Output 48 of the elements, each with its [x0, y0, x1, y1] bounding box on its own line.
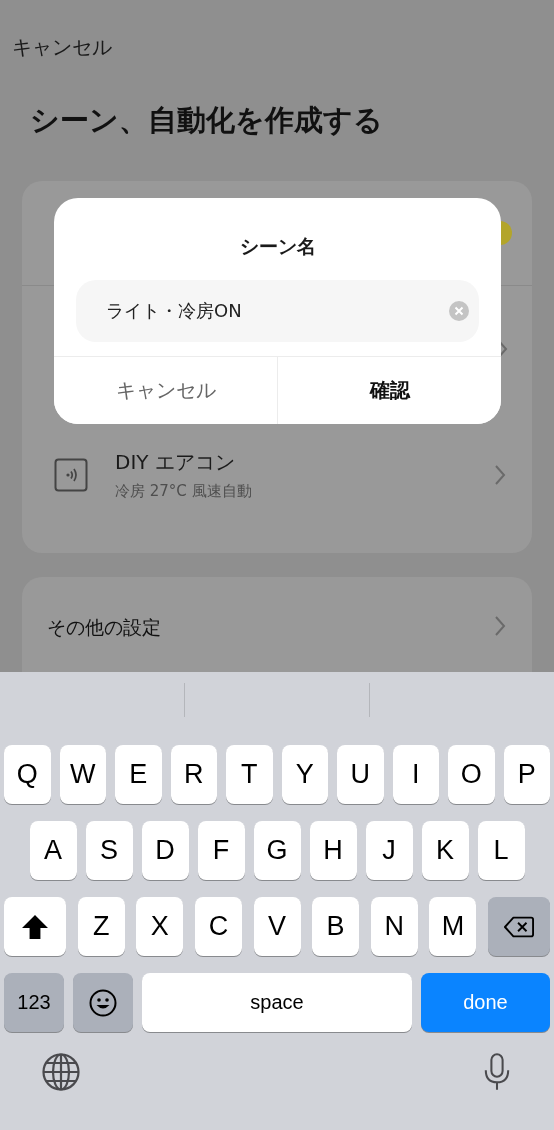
- key[interactable]: L: [477, 821, 525, 880]
- emoji-key[interactable]: [73, 973, 133, 1032]
- cancel-link[interactable]: キャンセル: [12, 34, 112, 61]
- name-field[interactable]: ライト・冷房ON: [76, 280, 479, 342]
- key[interactable]: M: [429, 897, 477, 956]
- key[interactable]: Z: [77, 897, 125, 956]
- settings-row[interactable]: その他の設定: [22, 577, 532, 672]
- key[interactable]: T: [226, 745, 273, 804]
- shift-arrow-icon: [20, 913, 50, 940]
- microphone-icon[interactable]: [483, 1052, 511, 1092]
- space-key[interactable]: space: [142, 973, 412, 1032]
- key[interactable]: E: [115, 745, 162, 804]
- page-title: シーン、自動化を作成する: [30, 102, 383, 139]
- key[interactable]: C: [194, 897, 242, 956]
- key[interactable]: R: [170, 745, 217, 804]
- key[interactable]: F: [197, 821, 245, 880]
- key[interactable]: U: [337, 745, 384, 804]
- chevron-icon: [494, 464, 506, 486]
- key[interactable]: K: [421, 821, 469, 880]
- key[interactable]: A: [29, 821, 77, 880]
- globe-icon[interactable]: [41, 1052, 81, 1092]
- key[interactable]: B: [312, 897, 360, 956]
- key[interactable]: V: [253, 897, 301, 956]
- delete-key[interactable]: [488, 897, 550, 956]
- key[interactable]: Y: [281, 745, 328, 804]
- device-name: DIY エアコン: [115, 449, 236, 476]
- cancel-button[interactable]: キャンセル: [54, 357, 278, 424]
- key[interactable]: X: [136, 897, 184, 956]
- settings-label: その他の設定: [47, 615, 161, 640]
- shift-key[interactable]: [4, 897, 66, 956]
- key[interactable]: N: [370, 897, 418, 956]
- key[interactable]: D: [141, 821, 189, 880]
- device-detail: 冷房 27°C 風速自動: [115, 482, 253, 501]
- key[interactable]: H: [309, 821, 357, 880]
- key[interactable]: Q: [4, 745, 51, 804]
- key[interactable]: I: [392, 745, 439, 804]
- smiley-icon: [89, 988, 117, 1017]
- key[interactable]: O: [448, 745, 495, 804]
- numbers-key[interactable]: 123: [4, 973, 64, 1032]
- chevron-icon: [494, 615, 506, 637]
- key[interactable]: G: [253, 821, 301, 880]
- key[interactable]: P: [503, 745, 550, 804]
- key[interactable]: W: [59, 745, 106, 804]
- dialog-title: シーン名: [239, 234, 316, 259]
- signal-box-icon: [54, 458, 88, 492]
- key[interactable]: S: [85, 821, 133, 880]
- done-key[interactable]: done: [421, 973, 550, 1032]
- key[interactable]: J: [365, 821, 413, 880]
